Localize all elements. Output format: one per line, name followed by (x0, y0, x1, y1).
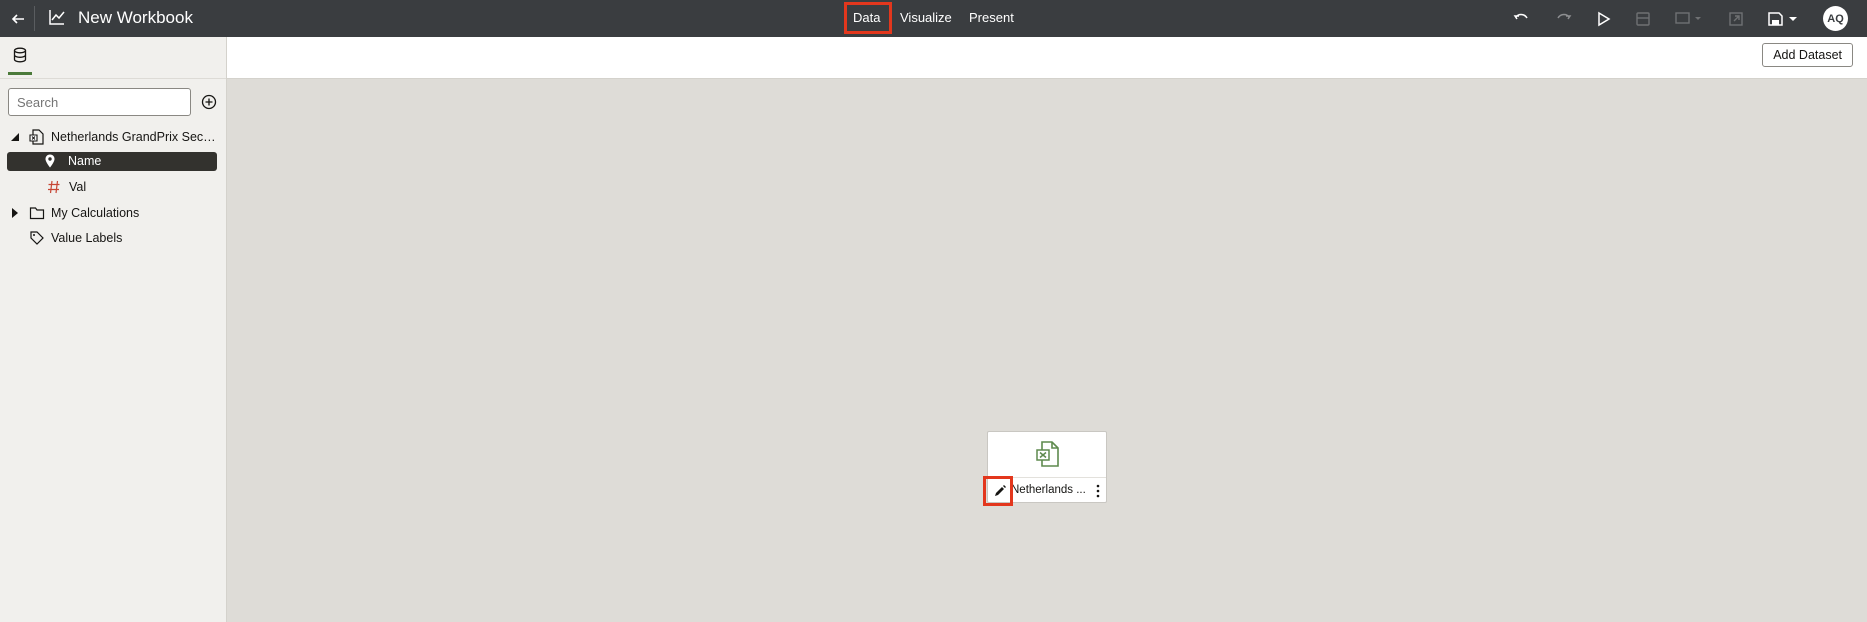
database-icon (13, 47, 27, 63)
redo-icon[interactable] (1553, 9, 1573, 29)
search-input[interactable] (8, 88, 191, 116)
data-refresh-icon[interactable] (1633, 9, 1653, 29)
folder-icon (29, 205, 45, 221)
tab-data[interactable]: Data (853, 10, 880, 25)
tab-present[interactable]: Present (969, 10, 1014, 25)
back-arrow-icon[interactable] (6, 7, 30, 31)
tab-divider (0, 78, 226, 79)
comment-menu-icon[interactable] (1673, 9, 1705, 29)
location-pin-icon (42, 153, 58, 169)
diagram-toolbar: Add Dataset (227, 37, 1867, 79)
excel-file-icon (1035, 440, 1061, 468)
undo-icon[interactable] (1512, 9, 1532, 29)
expand-triangle-icon[interactable] (10, 207, 20, 219)
my-calculations-label: My Calculations (51, 206, 140, 220)
run-icon[interactable] (1593, 9, 1613, 29)
workbook-title: New Workbook (78, 8, 193, 27)
dataset-tree-row[interactable]: Netherlands GrandPrix Sec… (8, 127, 216, 147)
edit-button-highlight (983, 476, 1013, 506)
field-row-name[interactable]: Name (7, 152, 217, 171)
save-menu-icon[interactable] (1766, 9, 1800, 29)
tab-visualize[interactable]: Visualize (900, 10, 952, 25)
database-tab[interactable] (8, 45, 32, 75)
divider (34, 6, 35, 31)
my-calculations-row[interactable]: My Calculations (8, 203, 216, 223)
hash-icon (46, 179, 62, 195)
data-diagram-canvas[interactable] (227, 79, 1867, 622)
tag-icon (29, 230, 45, 246)
export-icon[interactable] (1726, 9, 1746, 29)
top-bar: New Workbook Data Visualize Present AQ (0, 0, 1867, 37)
field-row-val[interactable]: Val (8, 177, 216, 197)
value-labels-row[interactable]: Value Labels (8, 228, 216, 248)
dataset-card-label: Netherlands ... (1011, 484, 1086, 496)
dataset-file-icon (29, 129, 45, 145)
workbook-chart-icon (48, 8, 66, 26)
collapse-triangle-icon[interactable] (10, 131, 20, 143)
data-panel: Netherlands GrandPrix Sec… Name Val My C… (0, 37, 227, 622)
avatar[interactable]: AQ (1823, 6, 1848, 31)
add-circle-icon[interactable] (200, 93, 218, 111)
kebab-menu-icon[interactable] (1095, 483, 1101, 499)
value-labels-label: Value Labels (51, 231, 123, 245)
field-label-name: Name (68, 154, 102, 168)
dataset-name: Netherlands GrandPrix Sec… (51, 130, 216, 144)
field-label-val: Val (69, 180, 87, 194)
add-dataset-button[interactable]: Add Dataset (1762, 43, 1853, 67)
